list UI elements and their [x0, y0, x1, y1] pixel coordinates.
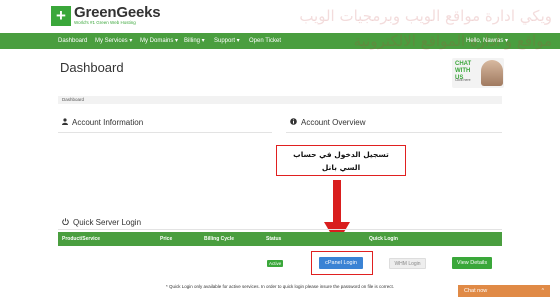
table-header: Product/Service Price Billing Cycle Stat…	[58, 232, 502, 246]
chat-badge-sub: Click here	[455, 78, 471, 82]
quick-login-label: Quick Server Login	[73, 218, 142, 227]
logo-name: GreenGeeks	[74, 4, 161, 21]
nav-my-services[interactable]: My Services ▾	[95, 33, 132, 49]
annotation-line-2: السي بانل	[321, 163, 361, 172]
logo-text: GreenGeeks World's #1 Green Web Hosting	[74, 4, 161, 26]
arabic-annotation-box: تسجيل الدخول في حساب السي بانل	[276, 145, 406, 176]
user-menu[interactable]: Hello, Nawras ▾	[466, 33, 508, 49]
greengeeks-logo[interactable]: + GreenGeeks World's #1 Green Web Hostin…	[51, 4, 161, 26]
info-circle-icon	[290, 118, 297, 127]
page-title: Dashboard	[60, 60, 124, 75]
chevron-up-icon: ^	[541, 288, 544, 294]
main-nav: Dashboard My Services ▾ My Domains ▾ Bil…	[0, 33, 560, 49]
chat-with-us-badge[interactable]: CHAT WITH US Click here	[452, 58, 504, 88]
col-price: Price	[160, 236, 173, 242]
col-status: Status	[266, 236, 282, 242]
nav-billing[interactable]: Billing ▾	[184, 33, 205, 49]
divider	[58, 229, 502, 230]
nav-my-domains[interactable]: My Domains ▾	[140, 33, 178, 49]
status-badge: Active	[267, 260, 284, 267]
whm-login-button[interactable]: WHM Login	[389, 258, 426, 269]
top-header: + GreenGeeks World's #1 Green Web Hostin…	[0, 0, 560, 33]
nav-open-ticket[interactable]: Open Ticket	[249, 33, 281, 49]
breadcrumb[interactable]: Dashboard	[58, 96, 502, 104]
cpanel-login-button[interactable]: cPanel Login	[319, 257, 363, 269]
col-quick-login: Quick Login	[369, 236, 398, 242]
quick-login-heading: Quick Server Login	[62, 218, 141, 227]
user-icon	[62, 118, 68, 127]
view-details-button[interactable]: View Details	[452, 257, 492, 269]
watermark-text: ويكي ادارة مواقع الويب وبرمجيات الويب	[299, 7, 552, 25]
col-billing-cycle: Billing Cycle	[204, 236, 235, 242]
quick-login-footnote: * Quick Login only available for active …	[165, 284, 395, 289]
col-product-service: Product/Service	[62, 236, 101, 242]
support-agent-avatar	[481, 60, 503, 86]
account-overview-heading: Account Overview	[290, 118, 365, 127]
nav-dashboard[interactable]: Dashboard	[58, 33, 87, 49]
logo-plus-icon: +	[51, 6, 71, 26]
account-info-heading: Account Information	[62, 118, 143, 127]
power-icon	[62, 218, 69, 227]
chat-now-label: Chat now	[464, 288, 488, 294]
chat-now-bar[interactable]: Chat now ^	[458, 285, 550, 297]
divider	[58, 132, 272, 133]
account-overview-label: Account Overview	[301, 118, 366, 127]
nav-support[interactable]: Support ▾	[214, 33, 240, 49]
account-info-label: Account Information	[72, 118, 144, 127]
annotation-line-1: تسجيل الدخول في حساب	[293, 150, 389, 159]
divider	[286, 132, 502, 133]
